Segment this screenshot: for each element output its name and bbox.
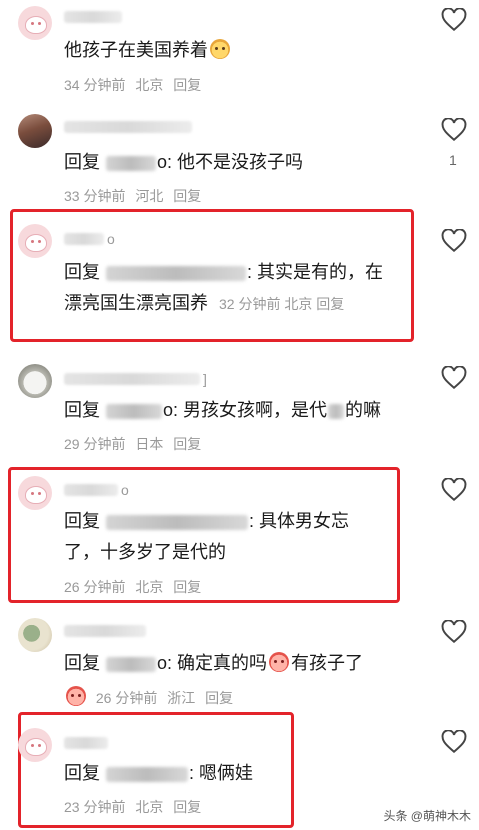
- comment-body: 他孩子在美国养着: [64, 40, 208, 60]
- location: 北京: [135, 579, 164, 595]
- comment-body-line2: 了，十多岁了是代的: [64, 542, 226, 562]
- avatar[interactable]: [18, 224, 52, 258]
- heart-outline-icon[interactable]: [441, 478, 467, 502]
- mention-masked: [106, 155, 157, 171]
- reply-prefix: 回复: [64, 653, 100, 673]
- like-count: 1: [449, 152, 457, 168]
- comment-text: 回复 o: 确定真的吗 有孩子了: [64, 649, 363, 678]
- angry-face-emoji-icon: [269, 652, 290, 672]
- username[interactable]: [64, 734, 108, 752]
- comment-text: 回复 o: 男孩女孩啊，是代 的嘛: [64, 396, 381, 425]
- reply-button[interactable]: 回复: [316, 296, 344, 312]
- mention-masked: [106, 514, 249, 530]
- reply-button[interactable]: 回复: [173, 799, 201, 815]
- comment-meta: 26 分钟前 北京 回复: [64, 577, 207, 597]
- comment-body-line1: 具体男女忘: [259, 511, 350, 531]
- mention-masked: [106, 766, 189, 782]
- username[interactable]: [64, 8, 122, 26]
- avatar[interactable]: [18, 728, 52, 762]
- comment-body: 男孩女孩啊，是代: [183, 400, 328, 420]
- timestamp: 32 分钟前: [219, 296, 281, 312]
- mention-masked: [106, 265, 247, 281]
- timestamp: 26 分钟前: [95, 690, 158, 706]
- watermark: 头条 @萌神木木: [383, 809, 471, 823]
- location: 北京: [135, 799, 164, 815]
- location: 北京: [284, 296, 313, 312]
- avatar[interactable]: [18, 476, 52, 510]
- comment-meta: 34 分钟前 北京 回复: [64, 75, 207, 95]
- heart-outline-icon[interactable]: [441, 8, 467, 32]
- comment-text: 回复 : 其实是有的，在: [64, 262, 384, 282]
- location: 北京: [135, 77, 164, 93]
- heart-outline-icon[interactable]: [441, 730, 467, 754]
- reply-prefix: 回复: [64, 152, 100, 172]
- mention-tail: o:: [157, 653, 173, 673]
- comment-meta: 32 分钟前 北京 回复: [219, 296, 344, 312]
- comment-text-line2: 了，十多岁了是代的: [64, 538, 226, 567]
- comment-text: 回复 o: 他不是没孩子吗: [64, 148, 303, 177]
- timestamp: 29 分钟前: [64, 436, 126, 452]
- angry-face-emoji-icon: [66, 686, 86, 706]
- timestamp: 34 分钟前: [64, 77, 126, 93]
- comment-body-line1: 其实是有的，在: [257, 262, 384, 282]
- masked-word: [328, 403, 345, 419]
- comment-meta: 26 分钟前 浙江 回复: [64, 686, 239, 708]
- comment-text: 他孩子在美国养着: [64, 36, 232, 65]
- mention-tail: o:: [163, 400, 179, 420]
- comment-body: 他不是没孩子吗: [177, 152, 304, 172]
- comment-body-line2: 漂亮国生漂亮国养: [64, 293, 208, 313]
- heart-outline-icon[interactable]: [441, 620, 467, 644]
- location: 浙江: [167, 690, 196, 706]
- avatar[interactable]: [18, 618, 52, 652]
- reply-button[interactable]: 回复: [173, 579, 201, 595]
- heart-outline-icon[interactable]: [441, 118, 467, 142]
- location: 河北: [135, 188, 164, 204]
- username[interactable]: o: [64, 481, 129, 499]
- reply-button[interactable]: 回复: [173, 188, 201, 204]
- reply-prefix: 回复: [64, 262, 100, 282]
- timestamp: 33 分钟前: [64, 188, 126, 204]
- comment-text: 回复 : 嗯俩娃: [64, 763, 254, 783]
- username[interactable]: [64, 622, 146, 640]
- reply-prefix: 回复: [64, 400, 100, 420]
- username-tail: ]: [203, 371, 207, 387]
- timestamp: 23 分钟前: [64, 799, 126, 815]
- avatar[interactable]: [18, 364, 52, 398]
- comment-body: 嗯俩娃: [199, 763, 254, 783]
- username[interactable]: [64, 118, 192, 136]
- username[interactable]: o: [64, 230, 115, 248]
- mention-masked: [106, 656, 157, 672]
- username-tail: o: [107, 231, 115, 247]
- avatar[interactable]: [18, 6, 52, 40]
- dog-emoji-icon: [210, 39, 230, 59]
- comment-meta: 23 分钟前 北京 回复: [64, 797, 207, 817]
- heart-outline-icon[interactable]: [441, 229, 467, 253]
- reply-button[interactable]: 回复: [173, 77, 201, 93]
- username-tail: o: [121, 482, 129, 498]
- comment-body: 确定真的吗: [177, 653, 268, 673]
- username[interactable]: ]: [64, 370, 207, 388]
- reply-button[interactable]: 回复: [173, 436, 201, 452]
- comment-body-tail: 的嘛: [345, 400, 382, 420]
- mention-masked: [106, 403, 163, 419]
- comment-text: 回复 : 具体男女忘: [64, 511, 350, 531]
- mention-tail: o:: [157, 152, 173, 172]
- location: 日本: [135, 436, 164, 452]
- avatar[interactable]: [18, 114, 52, 148]
- heart-outline-icon[interactable]: [441, 366, 467, 390]
- comment-body-tail: 有孩子了: [291, 653, 364, 673]
- reply-prefix: 回复: [64, 763, 100, 783]
- comment-text-line2: 漂亮国生漂亮国养 32 分钟前 北京 回复: [64, 289, 344, 319]
- reply-prefix: 回复: [64, 511, 100, 531]
- comment-meta: 29 分钟前 日本 回复: [64, 434, 207, 454]
- timestamp: 26 分钟前: [64, 579, 126, 595]
- comment-meta: 33 分钟前 河北 回复: [64, 186, 207, 206]
- reply-button[interactable]: 回复: [205, 690, 233, 706]
